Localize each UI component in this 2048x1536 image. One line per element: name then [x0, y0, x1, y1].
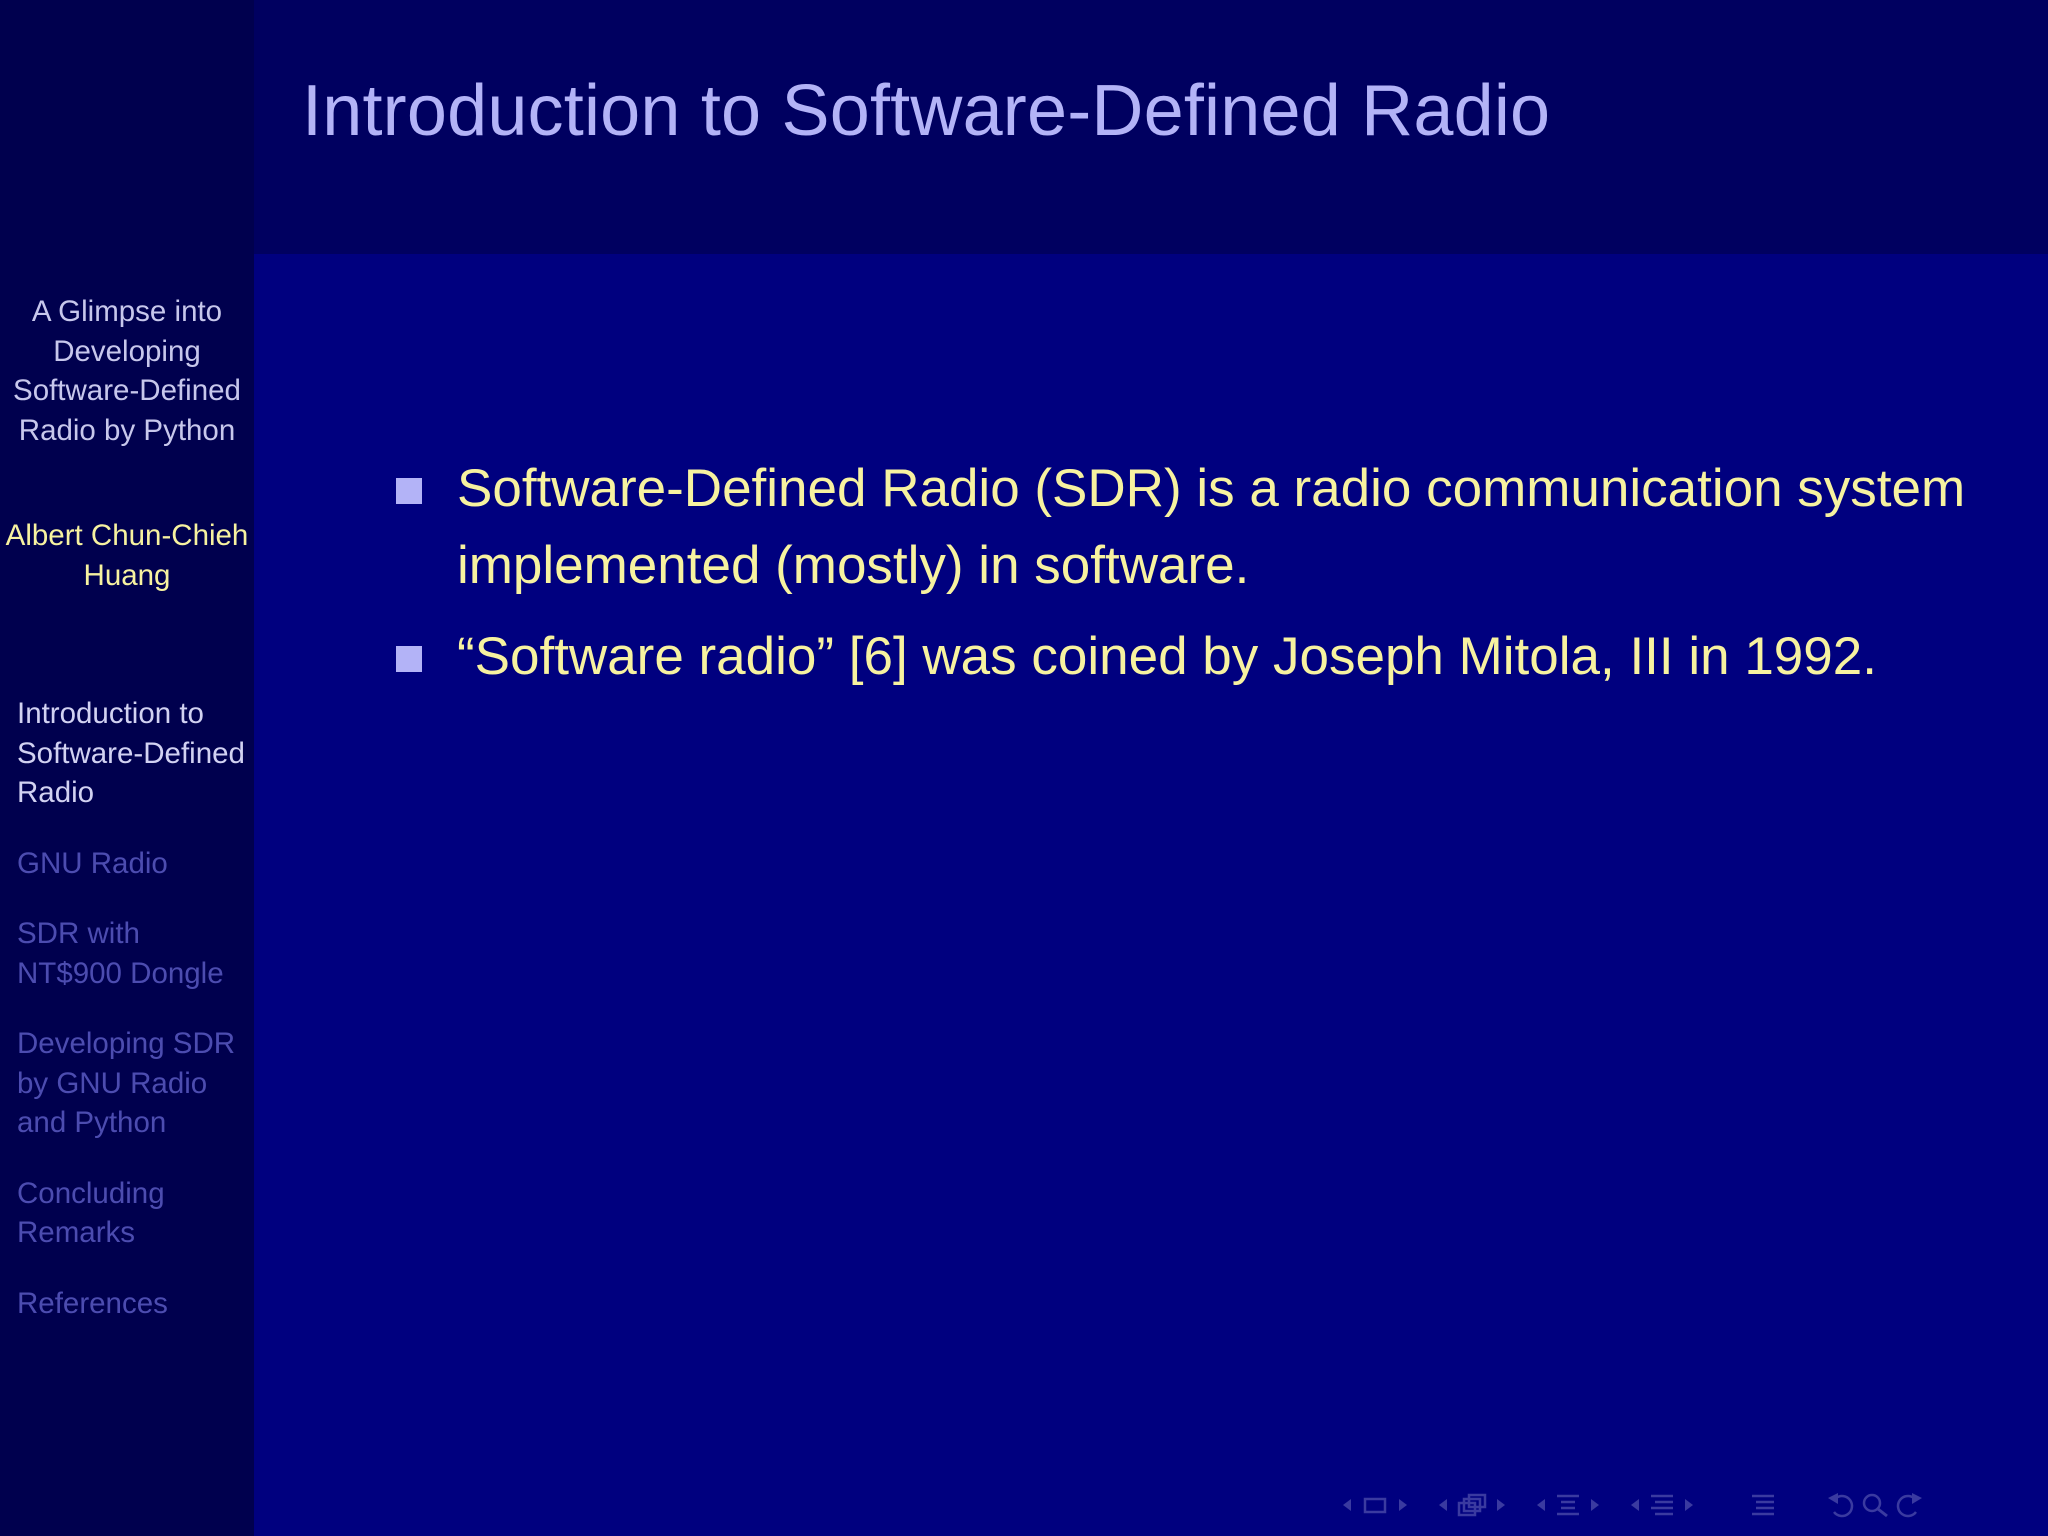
- section-icon[interactable]: [1646, 1492, 1678, 1518]
- back-icon[interactable]: [1824, 1492, 1858, 1518]
- table-of-contents: Introduction to Software-Defined Radio G…: [17, 694, 252, 1354]
- document-icon[interactable]: [1748, 1492, 1778, 1518]
- toc-item-sdr-dongle[interactable]: SDR with NT$900 Dongle: [17, 914, 252, 993]
- toc-item-developing-sdr[interactable]: Developing SDR by GNU Radio and Python: [17, 1024, 252, 1143]
- prev-section-arrow-icon[interactable]: [1624, 1492, 1646, 1518]
- bullet-list: Software-Defined Radio (SDR) is a radio …: [392, 450, 1992, 709]
- toc-item-gnu-radio[interactable]: GNU Radio: [17, 844, 252, 884]
- toc-item-references[interactable]: References: [17, 1284, 252, 1324]
- prev-subsection-arrow-icon[interactable]: [1530, 1492, 1552, 1518]
- talk-title: A Glimpse into Developing Software-Defin…: [13, 295, 241, 447]
- subsection-icon[interactable]: [1552, 1492, 1584, 1518]
- next-frame-arrow-icon[interactable]: [1490, 1492, 1512, 1518]
- search-icon[interactable]: [1858, 1492, 1892, 1518]
- frame-nav-group: [1432, 1492, 1512, 1518]
- sidebar: A Glimpse into Developing Software-Defin…: [0, 0, 254, 1536]
- toc-item-concluding-remarks[interactable]: Concluding Remarks: [17, 1174, 252, 1253]
- toc-item-introduction[interactable]: Introduction to Software-Defined Radio: [17, 694, 252, 813]
- frame-icon[interactable]: [1454, 1492, 1490, 1518]
- square-bullet-icon: [396, 478, 422, 504]
- bullet-text: Software-Defined Radio (SDR) is a radio …: [457, 459, 1966, 595]
- bullet-text: “Software radio” [6] was coined by Josep…: [457, 627, 1877, 686]
- document-nav-group: [1748, 1492, 1778, 1518]
- bullet-item: “Software radio” [6] was coined by Josep…: [392, 618, 1992, 695]
- slide-nav-group: [1336, 1492, 1414, 1518]
- forward-icon[interactable]: [1892, 1492, 1926, 1518]
- frame-title: Introduction to Software-Defined Radio: [302, 71, 1551, 151]
- navigation-bar: [1336, 1490, 1926, 1520]
- prev-slide-arrow-icon[interactable]: [1336, 1492, 1358, 1518]
- bullet-item: Software-Defined Radio (SDR) is a radio …: [392, 450, 1992, 604]
- subsection-nav-group: [1530, 1492, 1606, 1518]
- slide-icon[interactable]: [1358, 1492, 1392, 1518]
- section-nav-group: [1624, 1492, 1700, 1518]
- slide: A Glimpse into Developing Software-Defin…: [0, 0, 2048, 1536]
- square-bullet-icon: [396, 646, 422, 672]
- next-section-arrow-icon[interactable]: [1678, 1492, 1700, 1518]
- next-subsection-arrow-icon[interactable]: [1584, 1492, 1606, 1518]
- author-name: Albert Chun-Chieh Huang: [5, 519, 249, 592]
- history-nav-group: [1824, 1492, 1926, 1518]
- prev-frame-arrow-icon[interactable]: [1432, 1492, 1454, 1518]
- next-slide-arrow-icon[interactable]: [1392, 1492, 1414, 1518]
